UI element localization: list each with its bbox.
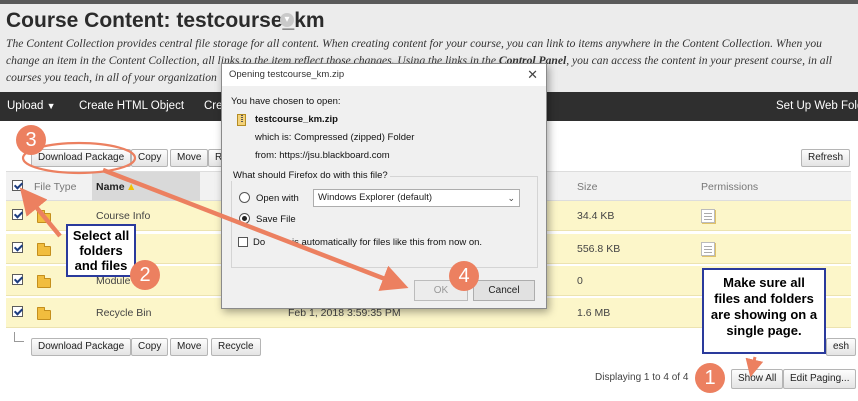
file-name: testcourse_km.zip bbox=[255, 114, 338, 125]
refresh-button[interactable]: Refresh bbox=[801, 149, 851, 167]
selection-bracket bbox=[14, 332, 24, 342]
file-source: from: https://jsu.blackboard.com bbox=[255, 150, 390, 161]
select-all-checkbox[interactable] bbox=[12, 180, 23, 191]
step-badge: 4 bbox=[449, 261, 479, 291]
permissions-icon[interactable] bbox=[701, 209, 715, 223]
permissions-icon[interactable] bbox=[701, 242, 715, 256]
close-icon[interactable]: ✕ bbox=[527, 67, 538, 83]
row-name[interactable]: Recycle Bin bbox=[96, 307, 151, 319]
auto-action-label-end: is automatically for files like this fro… bbox=[292, 237, 483, 248]
open-with-select[interactable]: Windows Explorer (default) ⌄ bbox=[313, 189, 520, 207]
row-size: 0 bbox=[577, 275, 583, 287]
open-with-label: Open with bbox=[256, 193, 299, 204]
auto-action-checkbox[interactable] bbox=[238, 237, 248, 247]
upload-menu[interactable]: Upload ▼ bbox=[7, 100, 56, 112]
copy-button[interactable]: Copy bbox=[131, 149, 169, 167]
refresh-button-bottom[interactable]: esh bbox=[826, 338, 857, 356]
chosen-label: You have chosen to open: bbox=[231, 96, 341, 107]
folder-icon bbox=[37, 243, 51, 256]
auto-action-label-start: Do bbox=[253, 237, 266, 248]
row-checkbox[interactable] bbox=[12, 274, 23, 285]
single-page-callout: Make sure all files and folders are show… bbox=[702, 268, 826, 354]
recycle-button-bottom[interactable]: Recycle bbox=[211, 338, 261, 356]
edit-paging-button[interactable]: Edit Paging... bbox=[783, 369, 857, 389]
permissions-header: Permissions bbox=[701, 181, 759, 193]
file-type-header[interactable]: File Type bbox=[34, 181, 76, 193]
file-type: which is: Compressed (zipped) Folder bbox=[255, 132, 415, 143]
row-checkbox[interactable] bbox=[12, 242, 23, 253]
upload-label: Upload bbox=[7, 100, 44, 112]
size-header[interactable]: Size bbox=[577, 181, 597, 193]
sort-ascending-icon: ▲ bbox=[126, 181, 137, 193]
paging-status: Displaying 1 to 4 of 4 bbox=[595, 372, 689, 383]
page-title: Course Content: testcourse_km bbox=[6, 9, 325, 32]
move-button[interactable]: Move bbox=[170, 149, 209, 167]
step-badge: 1 bbox=[695, 363, 725, 393]
action-question: What should Firefox do with this file? bbox=[231, 170, 390, 181]
download-package-button[interactable]: Download Package bbox=[31, 149, 132, 167]
step-badge: 2 bbox=[130, 260, 160, 290]
row-checkbox[interactable] bbox=[12, 306, 23, 317]
copy-button-bottom[interactable]: Copy bbox=[131, 338, 169, 356]
row-name[interactable]: Course Info bbox=[96, 210, 150, 222]
row-size: 556.8 KB bbox=[577, 243, 621, 255]
save-file-label: Save File bbox=[256, 214, 296, 225]
folder-icon bbox=[37, 307, 51, 320]
name-header[interactable]: Name bbox=[96, 181, 125, 193]
download-package-button-bottom[interactable]: Download Package bbox=[31, 338, 132, 356]
create-html-object-button[interactable]: Create HTML Object bbox=[79, 100, 184, 112]
download-dialog: Opening testcourse_km.zip ✕ You have cho… bbox=[221, 63, 547, 309]
set-up-web-folder-button[interactable]: Set Up Web Folder bbox=[776, 100, 858, 112]
create-button[interactable]: Cre bbox=[204, 100, 223, 112]
step-badge: 3 bbox=[16, 125, 46, 155]
dialog-title: Opening testcourse_km.zip bbox=[229, 69, 345, 80]
dialog-titlebar: Opening testcourse_km.zip ✕ bbox=[222, 64, 546, 86]
row-size: 1.6 MB bbox=[577, 307, 611, 319]
open-with-app: Windows Explorer (default) bbox=[318, 192, 433, 203]
row-size: 34.4 KB bbox=[577, 210, 615, 222]
chevron-down-icon[interactable]: ▾ bbox=[280, 13, 294, 27]
chevron-down-icon: ▼ bbox=[46, 101, 56, 111]
open-with-radio[interactable] bbox=[239, 192, 250, 203]
row-checkbox[interactable] bbox=[12, 209, 23, 220]
chevron-down-icon: ⌄ bbox=[507, 193, 515, 203]
move-button-bottom[interactable]: Move bbox=[170, 338, 209, 356]
folder-icon bbox=[37, 275, 51, 288]
cancel-button[interactable]: Cancel bbox=[473, 280, 535, 301]
show-all-button[interactable]: Show All bbox=[731, 369, 784, 389]
zip-file-icon bbox=[237, 114, 246, 126]
save-file-radio[interactable] bbox=[239, 213, 250, 224]
select-all-callout: Select all folders and files bbox=[66, 224, 136, 277]
folder-icon bbox=[37, 210, 51, 223]
